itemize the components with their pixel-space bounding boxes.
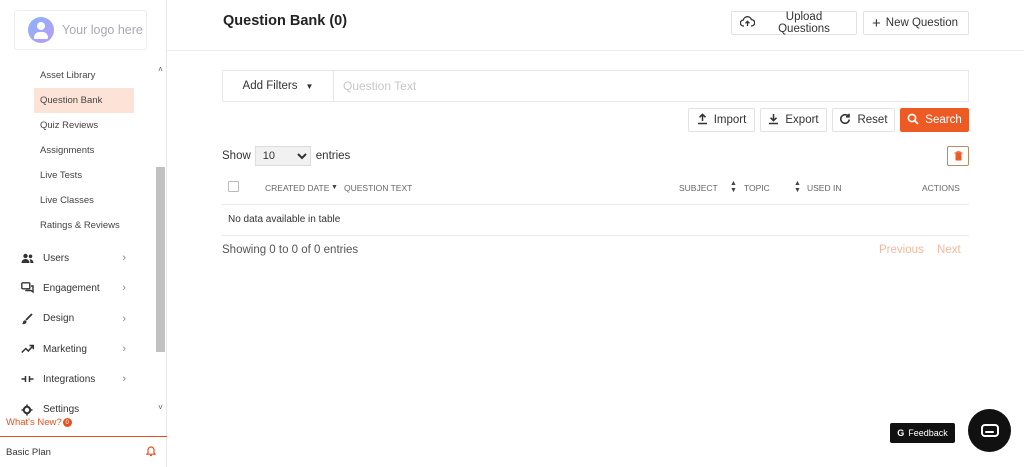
scroll-up-icon[interactable]: ˄ [155,64,166,76]
sidebar-item-live-tests[interactable]: Live Tests [34,163,154,188]
sidebar-item-label: Users [43,252,70,264]
table-header: CREATED DATE ▼ QUESTION TEXT SUBJECT ▲ ▼ … [222,175,969,205]
entries-label: entries [315,150,351,162]
new-question-button[interactable]: + New Question [863,11,969,35]
reset-button[interactable]: Reset [832,108,895,132]
sidebar-item-label: Integrations [43,373,96,385]
add-filters-label: Add Filters [242,80,298,92]
sidebar-item-label: Marketing [43,343,87,355]
sidebar: Your logo here Asset Library Question Ba… [0,0,167,467]
sidebar-item-label: Design [43,313,75,325]
sidebar-sub-list: Asset Library Question Bank Quiz Reviews… [34,63,154,238]
sidebar-item-design[interactable]: Design › [0,304,155,334]
plus-icon: + [872,14,881,32]
chevron-right-icon: › [122,373,126,386]
search-label: Search [925,114,962,126]
scroll-thumb[interactable] [156,167,165,352]
whats-new-label: What's New? [6,417,62,428]
sort-icon[interactable]: ▲ ▼ [730,180,737,194]
sidebar-item-assignments[interactable]: Assignments [34,138,154,163]
upload-questions-button[interactable]: Upload Questions [731,11,857,35]
col-topic[interactable]: TOPIC [744,182,770,194]
page-header: Question Bank (0) Upload Questions + New… [167,0,1024,51]
chevron-right-icon: › [122,312,126,325]
search-icon [907,113,919,128]
chevron-right-icon: › [122,342,126,355]
sidebar-main-list: Users › Engagement › Design › Marketing … [0,243,155,425]
delete-button[interactable] [947,146,969,166]
sidebar-item-marketing[interactable]: Marketing › [0,334,155,364]
chevron-right-icon: › [122,282,126,295]
entries-select[interactable]: 10 [254,146,311,166]
next-page-button[interactable]: Next [937,244,961,256]
trending-icon [20,342,34,356]
col-used-in[interactable]: USED IN [807,182,841,194]
question-table: CREATED DATE ▼ QUESTION TEXT SUBJECT ▲ ▼ … [222,175,969,236]
refresh-icon [839,113,851,128]
empty-table-message: No data available in table [222,205,969,236]
sidebar-item-live-classes[interactable]: Live Classes [34,188,154,213]
cloud-upload-icon [739,16,756,30]
chat-widget-button[interactable] [968,409,1011,452]
export-label: Export [785,114,819,126]
sidebar-item-quiz-reviews[interactable]: Quiz Reviews [34,113,154,138]
sidebar-item-asset-library[interactable]: Asset Library [34,63,154,88]
feedback-button[interactable]: G Feedback [890,423,955,443]
whats-new-link[interactable]: What's New? 0 [6,417,72,428]
sort-desc-icon[interactable]: ▼ [331,184,338,191]
search-button[interactable]: Search [900,108,969,132]
trash-icon [954,151,962,161]
chat-icon [980,424,999,437]
feedback-label: Feedback [908,428,948,438]
users-icon [20,251,34,265]
logo-text: Your logo here [62,23,143,37]
filter-row: Add Filters ▼ [222,70,969,102]
col-created-date[interactable]: CREATED DATE [265,182,329,194]
select-all-checkbox[interactable] [228,181,239,192]
sidebar-item-label: Engagement [43,282,100,294]
sidebar-item-integrations[interactable]: Integrations › [0,364,155,394]
settings-icon [20,403,34,417]
sidebar-item-label: Settings [43,404,80,416]
plan-bar: Basic Plan [0,436,167,467]
bell-icon[interactable] [145,446,157,460]
brush-icon [20,312,34,326]
sidebar-item-ratings-reviews[interactable]: Ratings & Reviews [34,213,154,238]
question-text-input[interactable] [334,71,968,101]
col-question-text[interactable]: QUESTION TEXT [344,182,412,194]
logo[interactable]: Your logo here [14,10,147,50]
import-button[interactable]: Import [688,108,755,132]
add-filters-dropdown[interactable]: Add Filters ▼ [223,71,334,101]
sidebar-item-question-bank[interactable]: Question Bank [34,88,134,113]
plug-icon [20,372,34,386]
export-button[interactable]: Export [760,108,827,132]
sort-icon[interactable]: ▲ ▼ [794,180,801,194]
reset-label: Reset [857,114,888,126]
sidebar-item-engagement[interactable]: Engagement › [0,273,155,303]
chevron-right-icon: › [122,252,126,264]
table-info: Showing 0 to 0 of 0 entries [222,244,359,256]
show-label: Show [222,150,251,162]
previous-page-button[interactable]: Previous [879,244,924,256]
col-subject[interactable]: SUBJECT [679,182,718,194]
entries-control: Show 10 entries [222,146,350,166]
caret-down-icon: ▼ [305,81,314,91]
new-question-label: New Question [885,17,958,29]
whats-new-badge: 0 [62,418,72,427]
page-title: Question Bank (0) [223,13,348,29]
sidebar-scrollbar[interactable]: ˄ ˅ [155,64,166,414]
avatar-icon [28,17,54,43]
plan-label: Basic Plan [6,446,51,458]
scroll-down-icon[interactable]: ˅ [155,402,166,414]
upload-icon [697,112,708,128]
feedback-logo-icon: G [897,428,905,438]
col-actions: ACTIONS [922,183,960,193]
upload-questions-label: Upload Questions [778,11,830,35]
import-label: Import [713,114,747,126]
chat-icon [20,281,34,295]
sidebar-item-users[interactable]: Users › [0,243,155,273]
download-icon [768,113,779,128]
